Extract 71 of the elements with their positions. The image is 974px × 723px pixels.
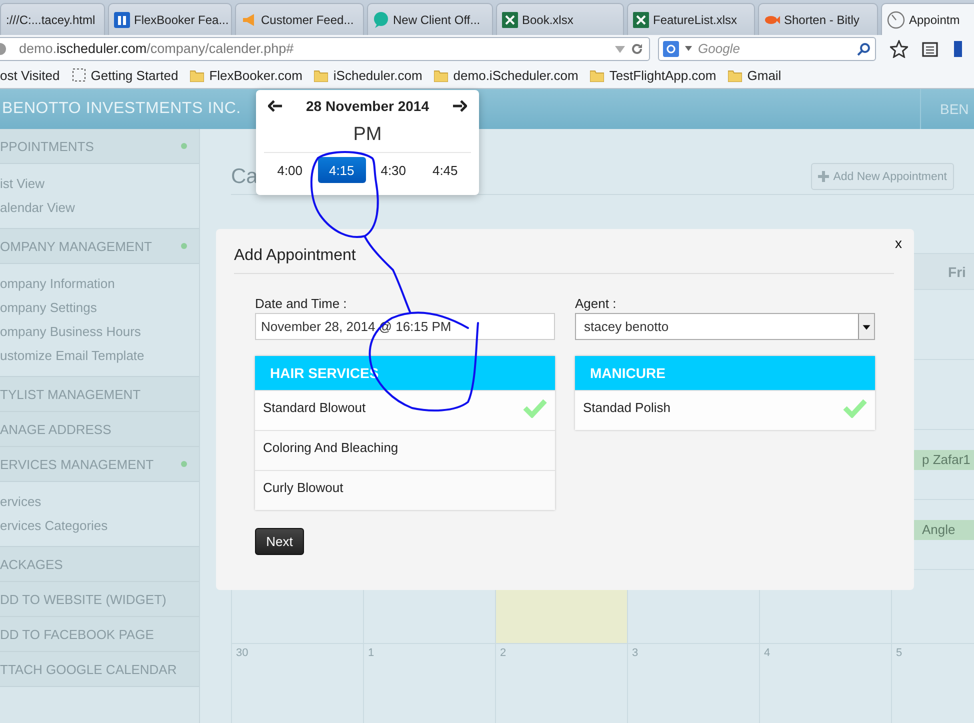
toolbar-icon[interactable] (954, 40, 962, 57)
plus-icon (818, 171, 830, 182)
reload-icon[interactable] (631, 42, 643, 55)
browser-tab[interactable]: FlexBooker Fea... (108, 3, 232, 35)
folder-icon (434, 68, 448, 82)
service-item[interactable]: Standard Blowout (255, 390, 555, 430)
bookmark-link[interactable]: Getting Started (72, 68, 178, 83)
bookmark-link[interactable]: Gmail (728, 68, 782, 83)
megaphone-icon (241, 12, 257, 28)
next-button[interactable]: Next (255, 528, 304, 555)
fish-icon (764, 14, 780, 26)
day-number: 3 (631, 646, 640, 661)
browser-tab[interactable]: :///C:...tacey.html (0, 3, 105, 35)
day-number: 30 (235, 646, 250, 661)
dashed-box-icon (72, 68, 86, 82)
meridiem-label: PM (353, 124, 382, 146)
weekday-header: Fri (948, 264, 966, 280)
search-field[interactable]: Google (658, 36, 876, 61)
spreadsheet-icon (502, 12, 518, 28)
chat-bubble-icon (373, 12, 389, 28)
browser-tab[interactable]: Appointm (881, 3, 974, 35)
folder-icon (190, 68, 204, 82)
browser-tab[interactable]: New Client Off... (367, 3, 493, 35)
checkmark-icon (843, 398, 867, 418)
picker-date: 28 November 2014 (306, 98, 429, 114)
browser-tab[interactable]: Customer Feed... (235, 3, 364, 35)
service-item[interactable]: Curly Blowout (255, 470, 555, 510)
browser-tab[interactable]: FeatureList.xlsx (627, 3, 755, 35)
field-label: Date and Time : (255, 296, 348, 311)
dropdown-caret-icon (858, 314, 874, 339)
status-dot (181, 461, 187, 467)
bookmark-link[interactable]: iScheduler.com (314, 68, 422, 83)
dropdown-icon[interactable] (685, 46, 692, 52)
day-number: 2 (499, 646, 508, 661)
day-number: 5 (895, 646, 904, 661)
time-option[interactable]: 4:15 (318, 157, 366, 183)
company-name: BENOTTO INVESTMENTS INC. (1, 100, 241, 118)
bookmark-link[interactable]: FlexBooker.com (190, 68, 302, 83)
bookmark-link[interactable]: demo.iScheduler.com (434, 68, 578, 83)
clock-icon (887, 10, 905, 28)
folder-icon (590, 68, 604, 82)
star-icon[interactable] (890, 40, 908, 58)
right-arrow-icon[interactable] (453, 100, 467, 112)
bookmark-link[interactable]: TestFlightApp.com (590, 68, 716, 83)
search-engine-icon (663, 40, 679, 57)
folder-icon (314, 68, 328, 82)
page-title: Ca (231, 164, 258, 188)
time-option[interactable]: 4:00 (266, 157, 314, 183)
service-item[interactable]: Coloring And Bleaching (255, 430, 555, 470)
bookmark-link[interactable]: ost Visited (0, 68, 60, 83)
day-number: 4 (763, 646, 772, 661)
status-dot (181, 143, 187, 149)
clipboard-icon[interactable] (922, 40, 938, 57)
agent-select[interactable]: stacey benotto (575, 313, 875, 340)
left-arrow-icon[interactable] (268, 100, 282, 112)
browser-tab[interactable]: Book.xlsx (496, 3, 624, 35)
fb-logo-icon (114, 12, 130, 28)
dialog-title: Add Appointment (234, 247, 894, 274)
spreadsheet-icon (633, 12, 649, 28)
browser-tab[interactable]: Shorten - Bitly (758, 3, 878, 35)
group-header: MANICURE (575, 356, 875, 390)
time-option[interactable]: 4:45 (421, 157, 470, 183)
address-bar[interactable]: demo.ischeduler.com/company/calender.php# (0, 36, 650, 61)
service-item[interactable]: Standad Polish (575, 390, 875, 430)
checkmark-icon (523, 398, 547, 418)
day-number: 1 (367, 646, 376, 661)
search-icon[interactable] (857, 42, 871, 56)
field-label: Agent : (575, 296, 618, 311)
status-dot (181, 243, 187, 249)
time-option[interactable]: 4:30 (369, 157, 418, 183)
folder-icon (728, 68, 742, 82)
